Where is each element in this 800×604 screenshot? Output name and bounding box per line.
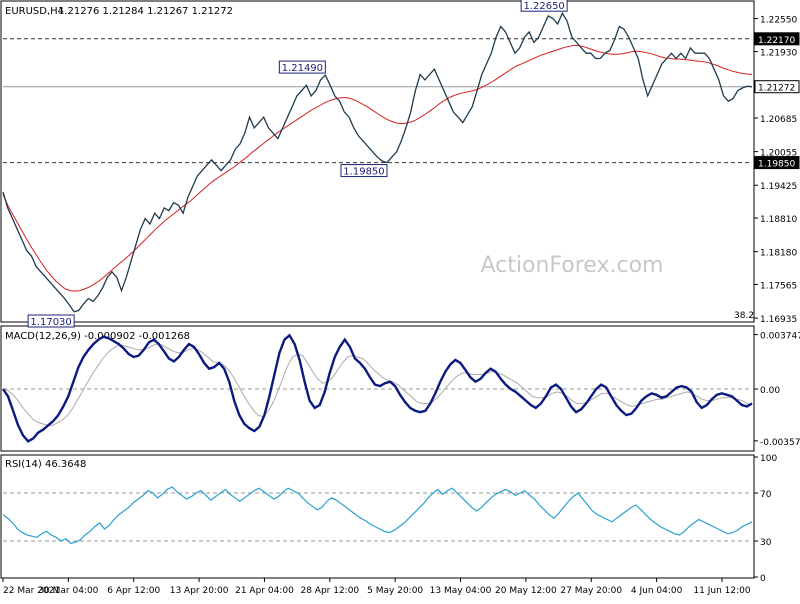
macd-tick-label-0: 0.003747 <box>760 332 800 342</box>
y-tick-label-0: 1.22550 <box>760 16 797 26</box>
y-tick-label-6: 1.18810 <box>760 215 797 225</box>
annotation-label-0: 1.22650 <box>523 1 564 12</box>
rsi-series <box>2 486 753 545</box>
y-tick-label-8: 1.17565 <box>760 281 797 291</box>
y-tick-label-5: 1.19425 <box>760 182 797 192</box>
y-tick-label-9: 1.16935 <box>760 315 797 325</box>
x-tick-label-7: 13 May 04:00 <box>430 586 492 596</box>
rsi-tick-label-2: 30 <box>760 538 772 548</box>
annotation-label-3: 1.17030 <box>30 317 71 328</box>
x-tick-label-8: 20 May 12:00 <box>495 586 557 596</box>
rsi-tick-label-0: 100 <box>760 454 777 464</box>
x-axis: 22 Mar 202130 Mar 04:00 6 Apr 12:00 13 Apr… <box>2 578 751 596</box>
chart-window: ActionForex.com EURUSD,H4 1.21276 1.2128… <box>0 0 800 600</box>
x-tick-label-9: 27 May 20:00 <box>560 586 622 596</box>
symbol-label: EURUSD,H4 <box>5 6 64 17</box>
y-tick-label-7: 1.18180 <box>760 249 797 259</box>
rsi-title: RSI(14) 46.3648 <box>5 459 86 470</box>
y-tick-label-3: 1.20685 <box>760 115 797 125</box>
rsi-tick-label-3: 0 <box>760 574 766 584</box>
level-tag-label-0: 1.22170 <box>758 36 795 46</box>
main-levels <box>3 38 752 164</box>
rsi-plot: 100 70 30 0 <box>2 454 777 584</box>
macd-tick-label-1: 0.00 <box>760 386 780 396</box>
rsi-tick-label-1: 70 <box>760 490 772 500</box>
annotation-label-2: 1.19850 <box>343 167 384 178</box>
ohlc-label: 1.21276 1.21284 1.21267 1.21272 <box>58 6 233 17</box>
y-tick-label-1: 1.21930 <box>760 49 797 59</box>
macd-tick-label-2: -0.003573 <box>760 438 800 448</box>
macd-plot: 0.003747 0.00 -0.003573 <box>2 332 800 448</box>
x-tick-label-11: 11 Jun 12:00 <box>693 586 750 596</box>
level-tag-label-1: 1.21272 <box>758 84 795 94</box>
x-tick-label-10: 4 Jun 04:00 <box>631 586 683 596</box>
annotation-label-1: 1.21490 <box>282 63 323 74</box>
x-tick-label-5: 28 Apr 12:00 <box>300 586 359 596</box>
rsi-panel-frame <box>0 454 755 579</box>
price-annotations: 1.22650 1.21490 1.19850 1.17030 <box>27 0 568 328</box>
macd-series <box>2 333 753 443</box>
level-tag-label-2: 1.19850 <box>758 160 795 170</box>
x-tick-label-2: 6 Apr 12:00 <box>107 586 160 596</box>
fib-note: 38.2 <box>734 311 754 321</box>
x-tick-label-6: 5 May 20:00 <box>367 586 423 596</box>
x-tick-label-1: 30 Mar 04:00 <box>38 586 98 596</box>
x-tick-label-3: 13 Apr 20:00 <box>170 586 229 596</box>
main-y-axis: 1.225501.219301.213101.206851.200551.194… <box>754 16 800 325</box>
watermark: ActionForex.com <box>481 253 664 278</box>
x-tick-label-4: 21 Apr 04:00 <box>235 586 294 596</box>
chart-canvas: ActionForex.com EURUSD,H4 1.21276 1.2128… <box>0 0 800 596</box>
